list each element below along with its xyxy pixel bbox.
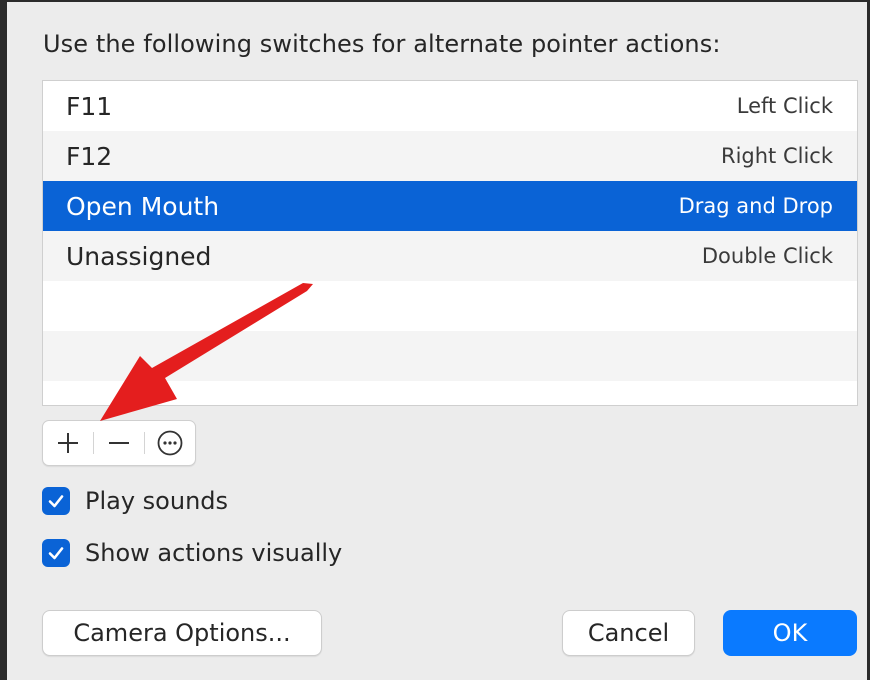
ellipsis-circle-icon: [157, 430, 183, 456]
more-options-button[interactable]: [145, 421, 195, 465]
dialog-heading: Use the following switches for alternate…: [43, 30, 721, 58]
switch-action: Right Click: [720, 144, 833, 168]
empty-table-row: [43, 281, 857, 331]
add-switch-button[interactable]: [43, 421, 93, 465]
table-row[interactable]: Unassigned Double Click: [43, 231, 857, 281]
window-frame-left: [0, 0, 7, 680]
cancel-button[interactable]: Cancel: [562, 610, 695, 656]
empty-table-row: [43, 381, 857, 405]
show-actions-option[interactable]: Show actions visually: [42, 538, 342, 568]
show-actions-label: Show actions visually: [85, 539, 343, 567]
table-toolbar: [42, 420, 196, 466]
plus-icon: [58, 433, 78, 453]
checkmark-icon: [48, 495, 64, 508]
show-actions-checkbox[interactable]: [42, 539, 70, 567]
switch-name: F12: [66, 141, 113, 171]
play-sounds-label: Play sounds: [85, 487, 229, 515]
table-row[interactable]: F12 Right Click: [43, 131, 857, 181]
ok-button[interactable]: OK: [723, 610, 857, 656]
switch-name: F11: [66, 91, 113, 121]
switch-name: Open Mouth: [66, 191, 220, 221]
minus-icon: [109, 442, 129, 444]
switch-actions-table: F11 Left Click F12 Right Click Open Mout…: [42, 80, 858, 406]
checkmark-icon: [48, 547, 64, 560]
play-sounds-option[interactable]: Play sounds: [42, 486, 228, 516]
switch-action: Left Click: [736, 94, 833, 118]
switch-action: Double Click: [701, 244, 833, 268]
table-row[interactable]: F11 Left Click: [43, 81, 857, 131]
switch-name: Unassigned: [66, 241, 212, 271]
play-sounds-checkbox[interactable]: [42, 487, 70, 515]
empty-table-row: [43, 331, 857, 381]
alternate-pointer-actions-dialog: Use the following switches for alternate…: [7, 2, 867, 680]
remove-switch-button[interactable]: [94, 421, 144, 465]
table-row-selected[interactable]: Open Mouth Drag and Drop: [43, 181, 857, 231]
switch-action: Drag and Drop: [678, 194, 833, 218]
camera-options-button[interactable]: Camera Options...: [42, 610, 322, 656]
